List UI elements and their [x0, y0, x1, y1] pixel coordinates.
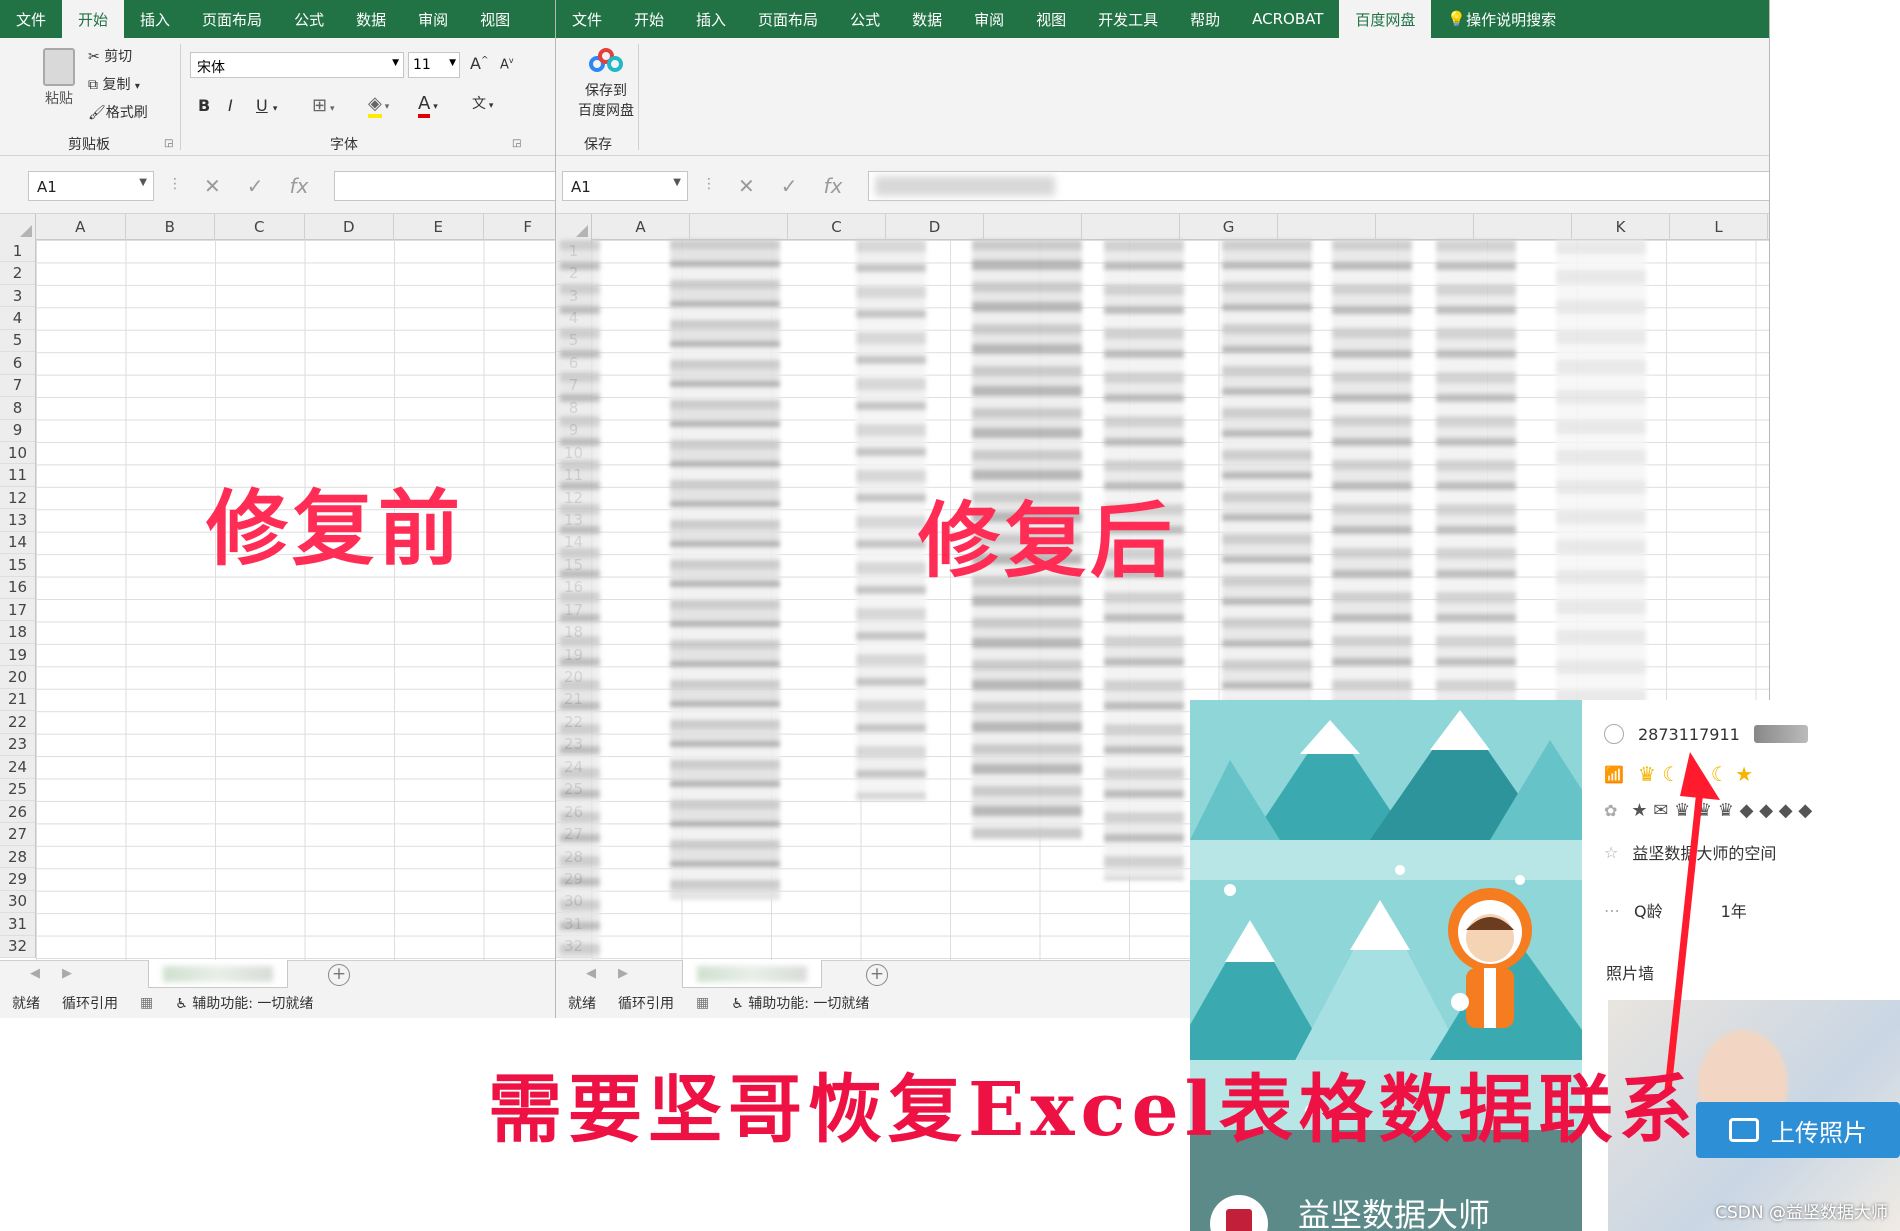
contact-caption: 需要坚哥恢复Excel表格数据联系	[488, 1067, 1699, 1153]
csdn-watermark: CSDN @益坚数据大师	[1715, 1203, 1888, 1223]
composite-screenshot: 文件 开始 插入 页面布局 公式 数据 审阅 视图 粘贴 ✂ 剪切 ⧉ 复制 ▾ 🖌格式刷 剪…	[0, 0, 1900, 1231]
red-arrow	[1664, 752, 1720, 1091]
